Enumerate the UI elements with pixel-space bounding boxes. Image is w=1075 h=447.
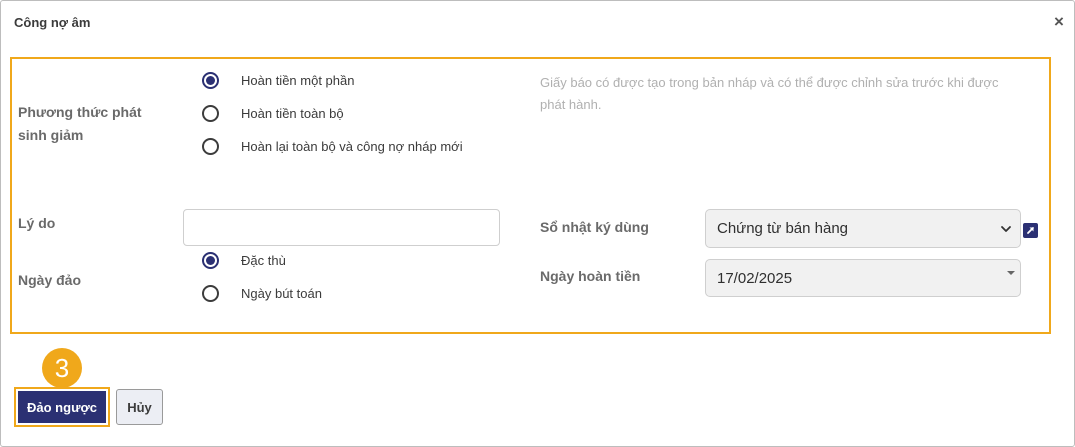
reverse-date-option-specific[interactable]: Đặc thù	[202, 252, 286, 269]
reason-label: Lý do	[18, 215, 56, 231]
method-option-partial[interactable]: Hoàn tiền một phần	[202, 72, 354, 89]
method-option-label: Hoàn lại toàn bộ và công nợ nháp mới	[241, 139, 463, 154]
refund-date-input[interactable]: 17/02/2025	[705, 259, 1021, 297]
cancel-button[interactable]: Hủy	[116, 389, 163, 425]
method-option-full-new-draft[interactable]: Hoàn lại toàn bộ và công nợ nháp mới	[202, 138, 463, 155]
reverse-button[interactable]: Đảo ngược	[18, 391, 106, 423]
journal-label: Sổ nhật ký dùng	[540, 219, 649, 235]
method-option-label: Hoàn tiền toàn bộ	[241, 106, 344, 121]
step-badge: 3	[42, 348, 82, 388]
radio-unchecked-icon[interactable]	[202, 138, 219, 155]
radio-unchecked-icon[interactable]	[202, 285, 219, 302]
dialog-title: Công nợ âm	[14, 15, 91, 30]
reverse-date-option-label: Đặc thù	[241, 253, 286, 268]
refund-date-value: 17/02/2025	[717, 269, 793, 287]
external-link-icon[interactable]	[1023, 223, 1038, 238]
journal-select[interactable]: Chứng từ bán hàng	[705, 209, 1021, 248]
reason-input[interactable]	[183, 209, 500, 246]
caret-down-icon	[1007, 271, 1015, 275]
refund-date-label: Ngày hoàn tiền	[540, 268, 641, 284]
reverse-date-label: Ngày đảo	[18, 272, 82, 288]
radio-checked-icon[interactable]	[202, 252, 219, 269]
chevron-down-icon	[1001, 226, 1011, 232]
method-hint: Giấy báo có được tạo trong bản nháp và c…	[540, 75, 999, 112]
reverse-date-option-entry-date[interactable]: Ngày bút toán	[202, 285, 322, 302]
journal-select-value: Chứng từ bán hàng	[717, 220, 849, 237]
reverse-button-highlight: Đảo ngược	[14, 387, 110, 427]
close-icon[interactable]: ×	[1052, 13, 1066, 30]
method-option-full[interactable]: Hoàn tiền toàn bộ	[202, 105, 344, 122]
radio-checked-icon[interactable]	[202, 72, 219, 89]
radio-unchecked-icon[interactable]	[202, 105, 219, 122]
method-label: Phương thức phát sinh giảm	[18, 104, 142, 143]
dialog: Công nợ âm × Phương thức phát sinh giảm …	[0, 0, 1075, 447]
reverse-date-option-label: Ngày bút toán	[241, 286, 322, 301]
method-option-label: Hoàn tiền một phần	[241, 73, 355, 88]
